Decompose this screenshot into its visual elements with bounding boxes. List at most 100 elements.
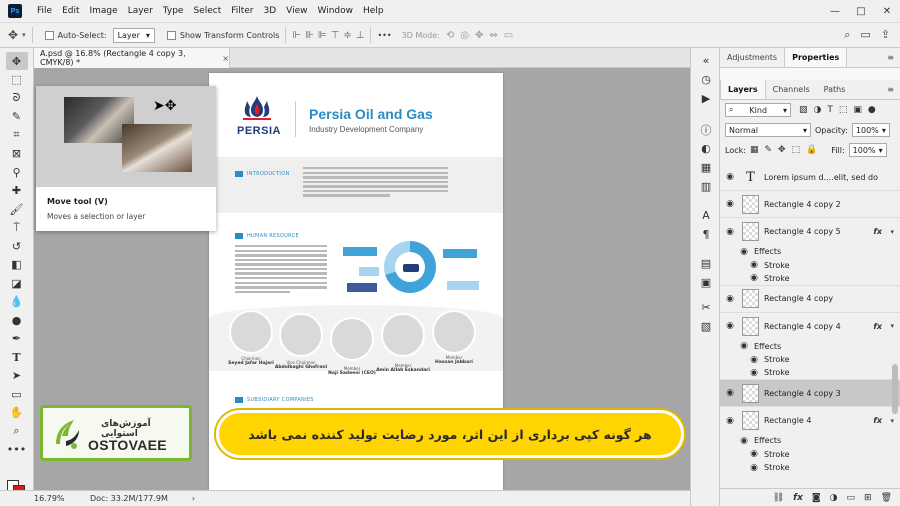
chevron-down-icon[interactable]: ▾ [890, 322, 894, 330]
fill-input[interactable]: 100% ▾ [848, 143, 887, 157]
visibility-eye-icon[interactable]: ◉ [744, 449, 764, 459]
auto-select-dropdown[interactable]: Layer ▾ [112, 27, 155, 43]
visibility-eye-icon[interactable]: ◉ [734, 436, 754, 446]
opacity-input[interactable]: 100% ▾ [851, 123, 890, 137]
new-layer-icon[interactable]: ⊞ [864, 493, 872, 503]
character-icon[interactable]: A [691, 206, 721, 225]
menu-image[interactable]: Image [85, 6, 123, 16]
rectangle-tool-icon[interactable]: ▭ [6, 385, 28, 403]
lock-all-icon[interactable]: 🔒 [806, 145, 817, 155]
effect-row[interactable]: ◉ Stroke [720, 353, 900, 367]
orbit-3d-icon[interactable]: ⟲ [446, 30, 454, 41]
path-selection-tool-icon[interactable]: ➤ [6, 367, 28, 385]
lock-pixels-icon[interactable]: ✎ [764, 145, 772, 155]
new-group-icon[interactable]: ▭ [847, 493, 856, 503]
layer-row-selected[interactable]: ◉ Rectangle 4 copy 3 [720, 380, 900, 407]
fx-icon[interactable]: fx [873, 322, 882, 331]
search-icon[interactable]: ⌕ [844, 28, 850, 42]
effect-row[interactable]: ◉ Stroke [720, 367, 900, 380]
history-brush-tool-icon[interactable]: ↺ [6, 237, 28, 255]
chevron-down-icon[interactable]: ▾ [890, 228, 894, 236]
tab-channels[interactable]: Channels [766, 80, 817, 99]
status-menu-button[interactable]: › [192, 494, 195, 503]
menu-help[interactable]: Help [358, 6, 389, 16]
zoom-level[interactable]: 16.79% [34, 494, 84, 503]
fx-icon[interactable]: fx [873, 227, 882, 236]
more-options-button[interactable]: ••• [377, 31, 391, 40]
blur-tool-icon[interactable]: 💧 [6, 293, 28, 311]
tab-properties[interactable]: Properties [784, 48, 848, 67]
hand-tool-icon[interactable]: ✋ [6, 404, 28, 422]
menu-file[interactable]: File [32, 6, 57, 16]
chevron-down-icon[interactable]: ▾ [22, 31, 26, 39]
brush-tool-icon[interactable]: 🖌 [6, 200, 28, 218]
clone-stamp-tool-icon[interactable]: ⍑ [6, 219, 28, 237]
patterns-icon[interactable]: ▣ [691, 273, 721, 292]
menu-view[interactable]: View [281, 6, 312, 16]
visibility-eye-icon[interactable]: ◉ [744, 463, 764, 473]
visibility-eye-icon[interactable]: ◉ [744, 273, 764, 283]
visibility-eye-icon[interactable]: ◉ [720, 199, 740, 209]
frame-tool-icon[interactable]: ⊠ [6, 145, 28, 163]
color-icon[interactable]: ◐ [691, 139, 721, 158]
effect-row[interactable]: ◉ Stroke [720, 448, 900, 462]
gradient-tool-icon[interactable]: ◪ [6, 274, 28, 292]
align-center-icon[interactable]: ⊪ [305, 30, 314, 41]
layer-row[interactable]: ◉ Rectangle 4 copy [720, 286, 900, 313]
libraries-icon[interactable]: ▤ [691, 254, 721, 273]
layer-row[interactable]: ◉ T Lorem ipsum d....elit, sed do [720, 164, 900, 191]
menu-3d[interactable]: 3D [259, 6, 282, 16]
layers-scrollbar[interactable] [892, 364, 898, 414]
workspace-icon[interactable]: ▭ [860, 28, 870, 42]
paragraph-icon[interactable]: ¶ [691, 225, 721, 244]
actions-icon[interactable]: ▶ [691, 89, 721, 108]
history-icon[interactable]: ◷ [691, 70, 721, 89]
close-tab-icon[interactable]: × [222, 54, 229, 63]
minimize-button[interactable]: — [822, 6, 848, 17]
effect-row[interactable]: ◉ Stroke [720, 272, 900, 286]
filter-smart-object-icon[interactable]: ▣ [853, 105, 862, 115]
fx-icon[interactable]: fx [873, 416, 882, 425]
lock-artboard-icon[interactable]: ⬚ [792, 145, 801, 155]
filter-toggle-icon[interactable]: ● [868, 105, 876, 115]
lock-position-icon[interactable]: ✥ [778, 145, 786, 155]
menu-layer[interactable]: Layer [123, 6, 158, 16]
filter-adjustment-icon[interactable]: ◑ [814, 105, 822, 115]
close-window-button[interactable]: ✕ [874, 6, 900, 17]
visibility-eye-icon[interactable]: ◉ [720, 388, 740, 398]
layer-row[interactable]: ◉ Rectangle 4 copy 2 [720, 191, 900, 218]
quick-select-tool-icon[interactable]: ✎ [6, 108, 28, 126]
add-style-icon[interactable]: fx [793, 493, 803, 503]
effect-row[interactable]: ◉ Stroke [720, 259, 900, 273]
edit-toolbar-icon[interactable]: ••• [6, 441, 28, 459]
layers-list[interactable]: ◉ T Lorem ipsum d....elit, sed do ◉ Rect… [720, 164, 900, 488]
auto-select-checkbox[interactable] [44, 30, 54, 40]
type-tool-icon[interactable]: T [6, 348, 28, 366]
add-mask-icon[interactable]: ◙ [812, 493, 821, 503]
visibility-eye-icon[interactable]: ◉ [720, 172, 740, 182]
visibility-eye-icon[interactable]: ◉ [720, 294, 740, 304]
visibility-eye-icon[interactable]: ◉ [720, 321, 740, 331]
visibility-eye-icon[interactable]: ◉ [744, 260, 764, 270]
delete-layer-icon[interactable]: 🗑 [881, 493, 892, 503]
layer-row[interactable]: ◉ Rectangle 4 copy 4 fx ▾ [720, 313, 900, 340]
visibility-eye-icon[interactable]: ◉ [734, 247, 754, 257]
filter-shape-icon[interactable]: ⬚ [839, 105, 848, 115]
menu-select[interactable]: Select [188, 6, 226, 16]
align-bottom-icon[interactable]: ⊥ [356, 30, 365, 41]
chevron-down-icon[interactable]: ▾ [890, 417, 894, 425]
pen-tool-icon[interactable]: ✒ [6, 330, 28, 348]
eyedropper-tool-icon[interactable]: ⚲ [6, 163, 28, 181]
layer-row[interactable]: ◉ Rectangle 4 copy 5 fx ▾ [720, 218, 900, 245]
visibility-eye-icon[interactable]: ◉ [720, 416, 740, 426]
tab-adjustments[interactable]: Adjustments [720, 48, 784, 67]
link-layers-icon[interactable]: ⛓ [773, 493, 784, 503]
align-right-icon[interactable]: ⊫ [318, 30, 327, 41]
align-top-icon[interactable]: ⊤ [331, 30, 340, 41]
effects-row[interactable]: ◉ Effects [720, 340, 900, 354]
panel-menu-icon[interactable]: ≡ [881, 48, 900, 67]
effects-row[interactable]: ◉ Effects [720, 245, 900, 259]
visibility-eye-icon[interactable]: ◉ [744, 355, 764, 365]
scale-3d-icon[interactable]: ▭ [504, 30, 513, 41]
kind-filter-dropdown[interactable]: ⌕ Kind ▾ [725, 103, 791, 117]
